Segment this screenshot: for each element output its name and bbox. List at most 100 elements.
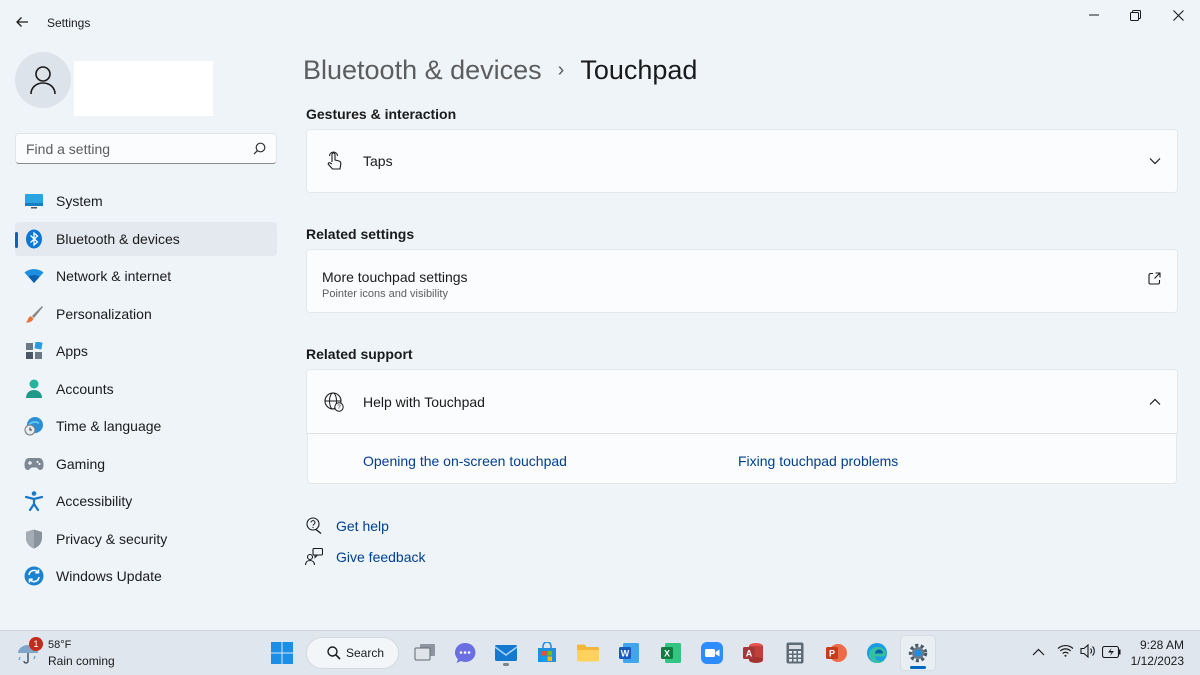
chevron-down-icon[interactable] (1149, 152, 1161, 170)
settings-app-button[interactable] (900, 635, 936, 671)
sidebar-item-system[interactable]: System (15, 184, 277, 218)
sidebar-item-time-language[interactable]: Time & language (15, 409, 277, 443)
clock-date: 1/12/2023 (1130, 654, 1184, 668)
back-button[interactable] (10, 10, 34, 34)
edge-icon (867, 643, 887, 663)
file-explorer-button[interactable] (574, 639, 602, 667)
chat-button[interactable] (451, 639, 479, 667)
update-icon (24, 566, 44, 586)
settings-search[interactable] (15, 133, 277, 164)
word-icon: W (619, 643, 639, 663)
access-app-button[interactable]: A (739, 639, 767, 667)
give-feedback-link[interactable]: Give feedback (305, 548, 426, 566)
sidebar-item-personalization[interactable]: Personalization (15, 297, 277, 331)
edge-app-button[interactable] (863, 639, 891, 667)
calculator-app-button[interactable] (781, 639, 809, 667)
volume-icon[interactable] (1080, 643, 1097, 663)
access-icon: A (743, 643, 763, 663)
weather-notification-badge: 1 (29, 637, 43, 651)
zoom-app-button[interactable] (698, 639, 726, 667)
app-title: Settings (47, 16, 91, 30)
wifi-icon[interactable] (1057, 644, 1074, 662)
back-arrow-icon (16, 17, 28, 27)
sidebar-item-label: Network & internet (56, 268, 172, 284)
brush-icon (24, 304, 44, 324)
breadcrumb-parent[interactable]: Bluetooth & devices (303, 55, 542, 86)
search-input[interactable] (16, 134, 236, 163)
accessibility-icon (24, 491, 44, 511)
chevron-up-icon[interactable] (1032, 643, 1045, 661)
weather-condition: Rain coming (48, 654, 115, 668)
more-touchpad-settings-label: More touchpad settings (322, 269, 468, 285)
folder-icon (577, 644, 599, 662)
sidebar-item-gaming[interactable]: Gaming (15, 447, 277, 481)
taps-card[interactable]: Taps (306, 129, 1178, 193)
title-bar: Settings (0, 0, 1200, 44)
word-app-button[interactable]: W (615, 639, 643, 667)
avatar[interactable] (15, 52, 71, 108)
task-view-icon (414, 644, 435, 661)
minimize-icon (1089, 14, 1099, 16)
help-links-panel: Opening the on-screen touchpad Fixing to… (307, 433, 1177, 484)
svg-text:A: A (746, 649, 753, 659)
video-camera-icon (701, 642, 723, 664)
sidebar-item-label: Personalization (56, 305, 152, 322)
sidebar-item-privacy-security[interactable]: Privacy & security (15, 522, 277, 556)
apps-icon (24, 341, 44, 361)
shield-icon (24, 529, 44, 549)
globe-clock-icon (24, 416, 44, 436)
taskbar: 1 58°F Rain coming Search W X A P 9:28 A… (0, 630, 1200, 675)
breadcrumb-separator: › (557, 58, 565, 81)
taps-label: Taps (363, 153, 393, 169)
weather-temperature: 58°F (48, 639, 72, 651)
powerpoint-app-button[interactable]: P (822, 639, 850, 667)
globe-help-icon: ? (323, 391, 345, 413)
help-link-onscreen-touchpad[interactable]: Opening the on-screen touchpad (363, 453, 567, 469)
sidebar-item-accessibility[interactable]: Accessibility (15, 484, 277, 518)
svg-text:W: W (621, 649, 630, 659)
store-app-button[interactable] (533, 639, 561, 667)
sidebar-item-apps[interactable]: Apps (15, 334, 277, 368)
store-icon (538, 642, 556, 662)
mail-app-button[interactable] (492, 639, 520, 667)
svg-text:X: X (664, 649, 670, 659)
task-view-button[interactable] (411, 639, 439, 667)
sidebar-item-label: System (56, 193, 103, 209)
start-button[interactable] (268, 639, 296, 667)
battery-charging-icon[interactable] (1101, 645, 1121, 663)
close-icon (1172, 9, 1184, 21)
get-help-link[interactable]: Get help (305, 517, 389, 535)
chevron-up-icon[interactable] (1149, 393, 1161, 411)
gear-icon (908, 643, 928, 663)
weather-widget[interactable]: 1 58°F Rain coming (16, 637, 136, 671)
sidebar-item-label: Windows Update (56, 568, 162, 584)
section-heading-related-support: Related support (306, 346, 413, 362)
sidebar-item-bluetooth-devices[interactable]: Bluetooth & devices (15, 221, 277, 256)
external-link-icon (1148, 272, 1161, 290)
powerpoint-icon: P (826, 644, 847, 662)
taskbar-search[interactable]: Search (306, 637, 399, 669)
excel-app-button[interactable]: X (657, 639, 685, 667)
search-icon[interactable] (253, 142, 266, 160)
sidebar-item-windows-update[interactable]: Windows Update (15, 559, 277, 593)
taskbar-search-label: Search (346, 646, 385, 660)
sidebar-item-network[interactable]: Network & internet (15, 259, 277, 293)
minimize-button[interactable] (1074, 4, 1114, 26)
restore-button[interactable] (1115, 4, 1155, 26)
search-icon (327, 646, 341, 660)
help-link-fixing-touchpad[interactable]: Fixing touchpad problems (738, 453, 898, 469)
running-indicator (503, 663, 509, 666)
sidebar-item-accounts[interactable]: Accounts (15, 372, 277, 406)
touch-tap-icon (323, 150, 345, 172)
help-with-touchpad-card[interactable]: ? Help with Touchpad (306, 369, 1178, 434)
sidebar-item-label: Time & language (56, 418, 162, 434)
more-touchpad-settings-card[interactable]: More touchpad settings Pointer icons and… (306, 249, 1178, 313)
close-button[interactable] (1158, 4, 1198, 26)
feedback-icon (305, 548, 323, 566)
sidebar-item-label: Gaming (56, 455, 106, 472)
gamepad-icon (24, 454, 44, 474)
page-title: Touchpad (580, 54, 698, 85)
system-clock[interactable]: 9:28 AM 1/12/2023 (1131, 637, 1184, 669)
sidebar-item-label: Accessibility (56, 493, 133, 509)
sidebar-nav: System Bluetooth & devices Network & int… (15, 184, 277, 597)
